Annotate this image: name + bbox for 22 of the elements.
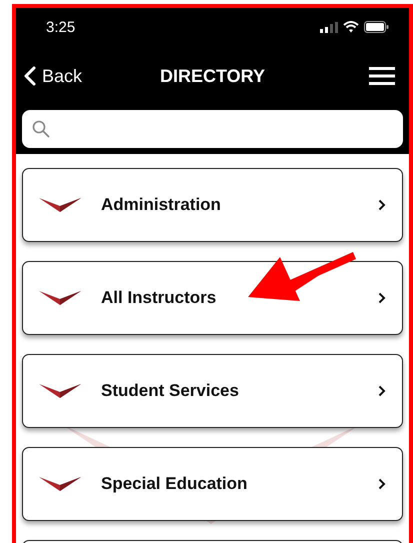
chevron-right-icon [378, 385, 386, 397]
signal-icon [320, 22, 338, 32]
search-icon [32, 120, 50, 138]
chevron-logo-icon [39, 197, 81, 213]
wifi-icon [343, 21, 359, 33]
chevron-right-icon [378, 292, 386, 304]
chevron-logo-icon [39, 383, 81, 399]
search-field[interactable] [22, 110, 403, 148]
chevron-logo-icon [39, 476, 81, 492]
directory-item[interactable]: Administration [22, 168, 403, 242]
menu-icon[interactable] [369, 67, 395, 85]
battery-icon [364, 21, 389, 33]
status-time: 3:25 [46, 18, 76, 36]
directory-item[interactable]: Student Services [22, 354, 403, 428]
chevron-right-icon [378, 199, 386, 211]
directory-item[interactable]: Special Education [22, 447, 403, 521]
nav-title: DIRECTORY [160, 66, 265, 86]
back-button[interactable]: Back [24, 66, 82, 86]
back-chevron-icon [24, 66, 36, 86]
chevron-right-icon [378, 478, 386, 490]
directory-item[interactable]: All Instructors [22, 261, 403, 335]
chevron-logo-icon [39, 290, 81, 306]
